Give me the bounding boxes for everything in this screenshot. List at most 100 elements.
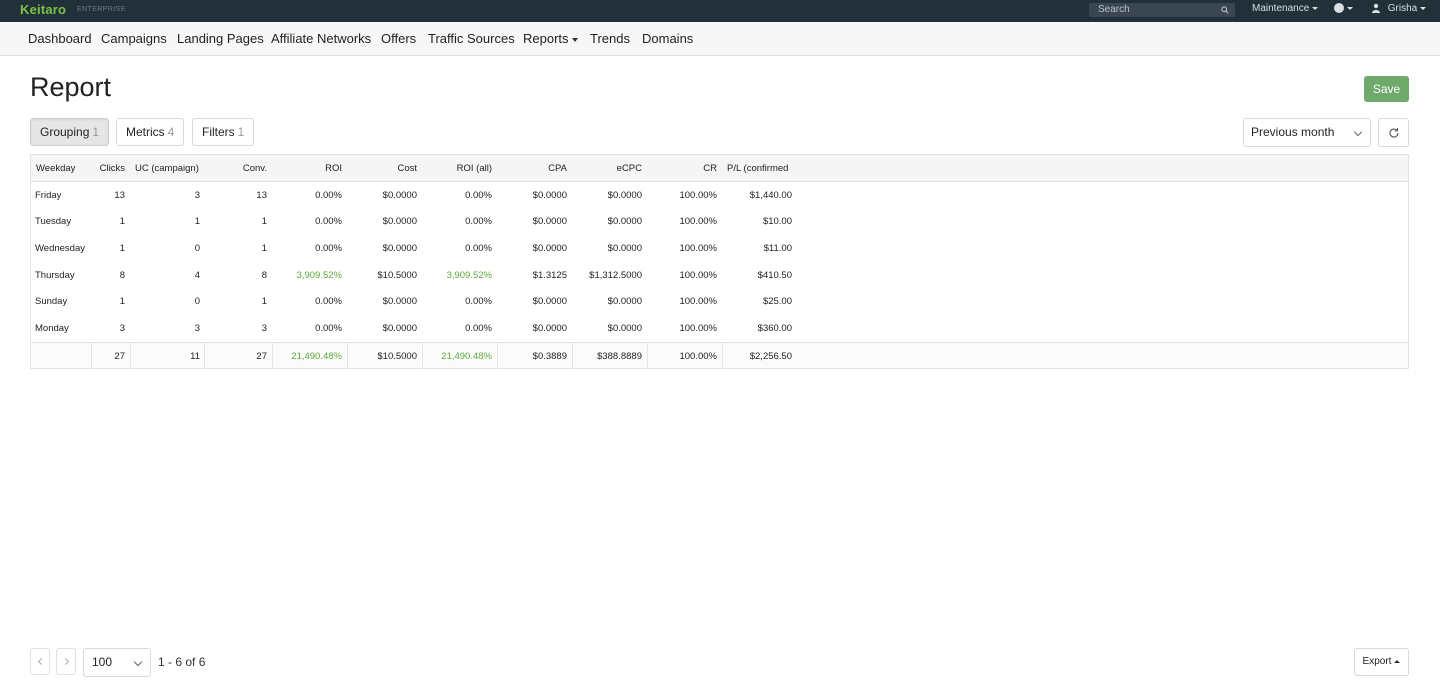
cell-weekday: Thursday — [35, 270, 75, 281]
cell-pl: $10.00 — [762, 216, 792, 227]
user-menu[interactable]: Grisha — [1371, 3, 1427, 14]
header-cpa[interactable]: CPA — [548, 163, 567, 174]
nav-trends[interactable]: Trends — [590, 31, 630, 46]
cell-clicks: 13 — [114, 190, 125, 201]
header-weekday[interactable]: Weekday — [36, 163, 75, 174]
cell-roi-all: 0.00% — [465, 323, 492, 334]
top-bar: Keitaro ENTERPRISE Search Maintenance Gr… — [0, 0, 1440, 22]
grouping-button[interactable]: Grouping 1 — [30, 118, 110, 146]
cell-clicks: 1 — [119, 243, 125, 254]
cell-cost: $0.0000 — [382, 190, 417, 201]
divider — [572, 343, 573, 369]
cell-clicks: 1 — [119, 216, 125, 227]
cell-weekday: Sunday — [35, 296, 68, 307]
metrics-button[interactable]: Metrics 4 — [116, 118, 185, 146]
cell-cr: 100.00% — [679, 243, 717, 254]
cell-weekday: Friday — [35, 190, 62, 201]
grouping-label: Grouping — [40, 125, 90, 139]
header-clicks[interactable]: Clicks — [100, 163, 125, 174]
table-row: Tuesday 1 1 1 0.00% $0.0000 0.00% $0.000… — [31, 208, 1408, 234]
chevron-up-icon — [1394, 659, 1401, 663]
header-cr[interactable]: CR — [703, 163, 717, 174]
prev-page-button[interactable] — [30, 648, 50, 675]
nav-reports-label: Reports — [523, 31, 569, 46]
nav-campaigns[interactable]: Campaigns — [101, 31, 167, 46]
header-pl-confirmed[interactable]: P/L (confirmed — [727, 163, 793, 174]
cell-cr: 100.00% — [679, 190, 717, 201]
table-row: Thursday 8 4 8 3,909.52% $10.5000 3,909.… — [31, 262, 1408, 288]
total-pl: $2,256.50 — [749, 351, 792, 362]
maintenance-label: Maintenance — [1252, 3, 1310, 14]
cell-pl: $360.00 — [757, 323, 792, 334]
help-menu[interactable] — [1334, 3, 1353, 14]
cell-cr: 100.00% — [679, 296, 717, 307]
header-roi[interactable]: ROI — [325, 163, 342, 174]
refresh-button[interactable] — [1378, 118, 1409, 147]
chevron-right-icon — [61, 657, 70, 666]
cell-roi: 3,909.52% — [296, 270, 342, 281]
filters-label: Filters — [202, 125, 235, 139]
per-page-select[interactable]: 100 — [83, 648, 151, 677]
next-page-button[interactable] — [56, 648, 76, 675]
cell-ecpc: $0.0000 — [607, 243, 642, 254]
nav-landing-pages[interactable]: Landing Pages — [177, 31, 264, 46]
divider — [272, 343, 273, 369]
header-cost[interactable]: Cost — [397, 163, 417, 174]
cell-conv: 13 — [256, 190, 267, 201]
cell-roi-all: 0.00% — [465, 190, 492, 201]
cell-cpa: $1.3125 — [532, 270, 567, 281]
cell-uc: 0 — [194, 296, 200, 307]
cell-ecpc: $1,312.5000 — [589, 270, 642, 281]
cell-roi-all: 0.00% — [465, 243, 492, 254]
header-roi-all[interactable]: ROI (all) — [457, 163, 492, 174]
divider — [497, 343, 498, 369]
cell-uc: 1 — [194, 216, 200, 227]
metrics-label: Metrics — [126, 125, 165, 139]
total-roi: 21,490.48% — [291, 351, 342, 362]
total-cr: 100.00% — [679, 351, 717, 362]
chevron-down-icon — [1353, 127, 1363, 137]
divider — [130, 343, 131, 369]
cell-cr: 100.00% — [679, 323, 717, 334]
cell-clicks: 8 — [119, 270, 125, 281]
nav-affiliate-networks[interactable]: Affiliate Networks — [271, 31, 371, 46]
nav-traffic-sources[interactable]: Traffic Sources — [428, 31, 515, 46]
divider — [647, 343, 648, 369]
header-uc-campaign[interactable]: UC (campaign) — [135, 163, 199, 174]
cell-roi: 0.00% — [315, 190, 342, 201]
logo[interactable]: Keitaro — [20, 2, 66, 17]
nav-domains[interactable]: Domains — [642, 31, 693, 46]
cell-cost: $0.0000 — [382, 323, 417, 334]
export-button[interactable]: Export — [1354, 648, 1409, 676]
search-input[interactable]: Search — [1089, 3, 1235, 17]
table-row: Sunday 1 0 1 0.00% $0.0000 0.00% $0.0000… — [31, 288, 1408, 314]
totals-row: 27 11 27 21,490.48% $10.5000 21,490.48% … — [31, 342, 1408, 369]
chevron-down-icon — [133, 657, 143, 667]
cell-conv: 1 — [261, 216, 267, 227]
chevron-down-icon — [1347, 6, 1353, 10]
cell-uc: 0 — [194, 243, 200, 254]
refresh-icon — [1389, 128, 1399, 138]
cell-conv: 8 — [261, 270, 267, 281]
header-ecpc[interactable]: eCPC — [617, 163, 642, 174]
cell-cpa: $0.0000 — [532, 216, 567, 227]
divider — [722, 343, 723, 369]
nav-dashboard[interactable]: Dashboard — [28, 31, 92, 46]
cell-ecpc: $0.0000 — [607, 190, 642, 201]
save-button[interactable]: Save — [1364, 76, 1409, 102]
cell-uc: 3 — [194, 323, 200, 334]
filters-button[interactable]: Filters 1 — [192, 118, 255, 146]
date-range-value: Previous month — [1251, 125, 1335, 139]
date-range-select[interactable]: Previous month — [1243, 118, 1371, 147]
nav-reports[interactable]: Reports — [523, 31, 578, 46]
total-conv: 27 — [256, 351, 267, 362]
cell-cpa: $0.0000 — [532, 190, 567, 201]
divider — [91, 343, 92, 369]
cell-roi: 0.00% — [315, 296, 342, 307]
header-conv[interactable]: Conv. — [243, 163, 267, 174]
cell-cost: $0.0000 — [382, 216, 417, 227]
cell-weekday: Wednesday — [35, 243, 85, 254]
nav-offers[interactable]: Offers — [381, 31, 416, 46]
maintenance-menu[interactable]: Maintenance — [1252, 3, 1319, 14]
table-row: Wednesday 1 0 1 0.00% $0.0000 0.00% $0.0… — [31, 235, 1408, 261]
